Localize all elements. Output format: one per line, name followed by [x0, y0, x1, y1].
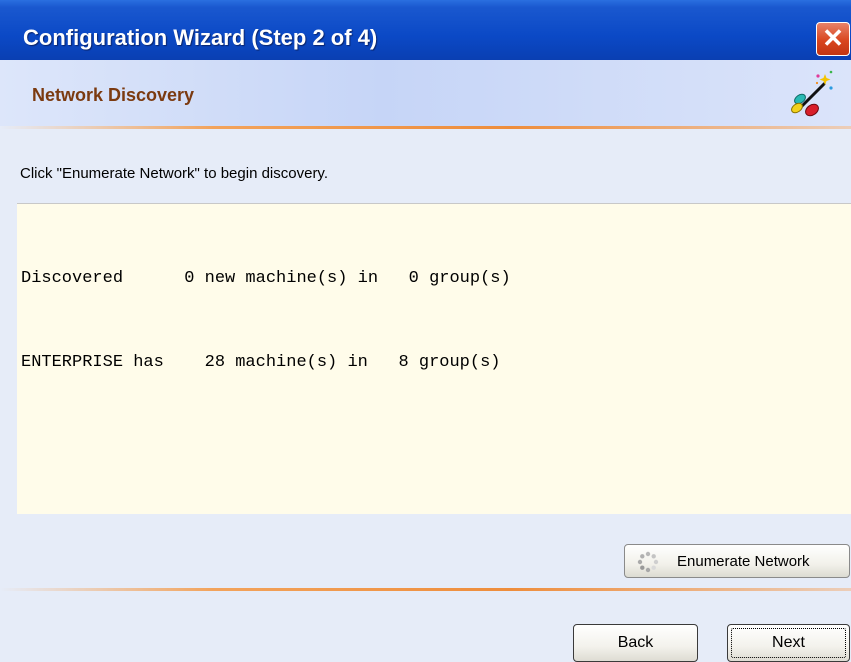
- footer-divider: [0, 588, 851, 591]
- close-icon: ✕: [822, 23, 844, 53]
- magic-wand-icon: [791, 70, 833, 117]
- back-button[interactable]: Back: [573, 624, 698, 662]
- close-button[interactable]: ✕: [816, 22, 850, 56]
- step-title: Network Discovery: [32, 85, 195, 105]
- output-line: ENTERPRISE has 28 machine(s) in 8 group(…: [21, 353, 501, 372]
- instruction-text: Click "Enumerate Network" to begin disco…: [20, 165, 328, 182]
- enumerate-network-button[interactable]: Enumerate Network: [624, 544, 850, 578]
- discovery-output[interactable]: Discovered 0 new machine(s) in 0 group(s…: [17, 203, 851, 514]
- output-line: Discovered 0 new machine(s) in 0 group(s…: [21, 269, 511, 288]
- next-button[interactable]: Next: [727, 624, 850, 662]
- window-title: Configuration Wizard (Step 2 of 4): [23, 25, 378, 50]
- title-bar[interactable]: Configuration Wizard (Step 2 of 4) ✕: [0, 0, 851, 60]
- spinner-icon: [637, 551, 659, 573]
- next-label: Next: [772, 634, 805, 651]
- enumerate-network-label: Enumerate Network: [677, 553, 810, 570]
- header-divider: [0, 126, 851, 129]
- wizard-header: Network Discovery: [0, 60, 851, 126]
- wizard-window: Configuration Wizard (Step 2 of 4) ✕ Net…: [0, 0, 851, 662]
- back-label: Back: [617, 634, 654, 651]
